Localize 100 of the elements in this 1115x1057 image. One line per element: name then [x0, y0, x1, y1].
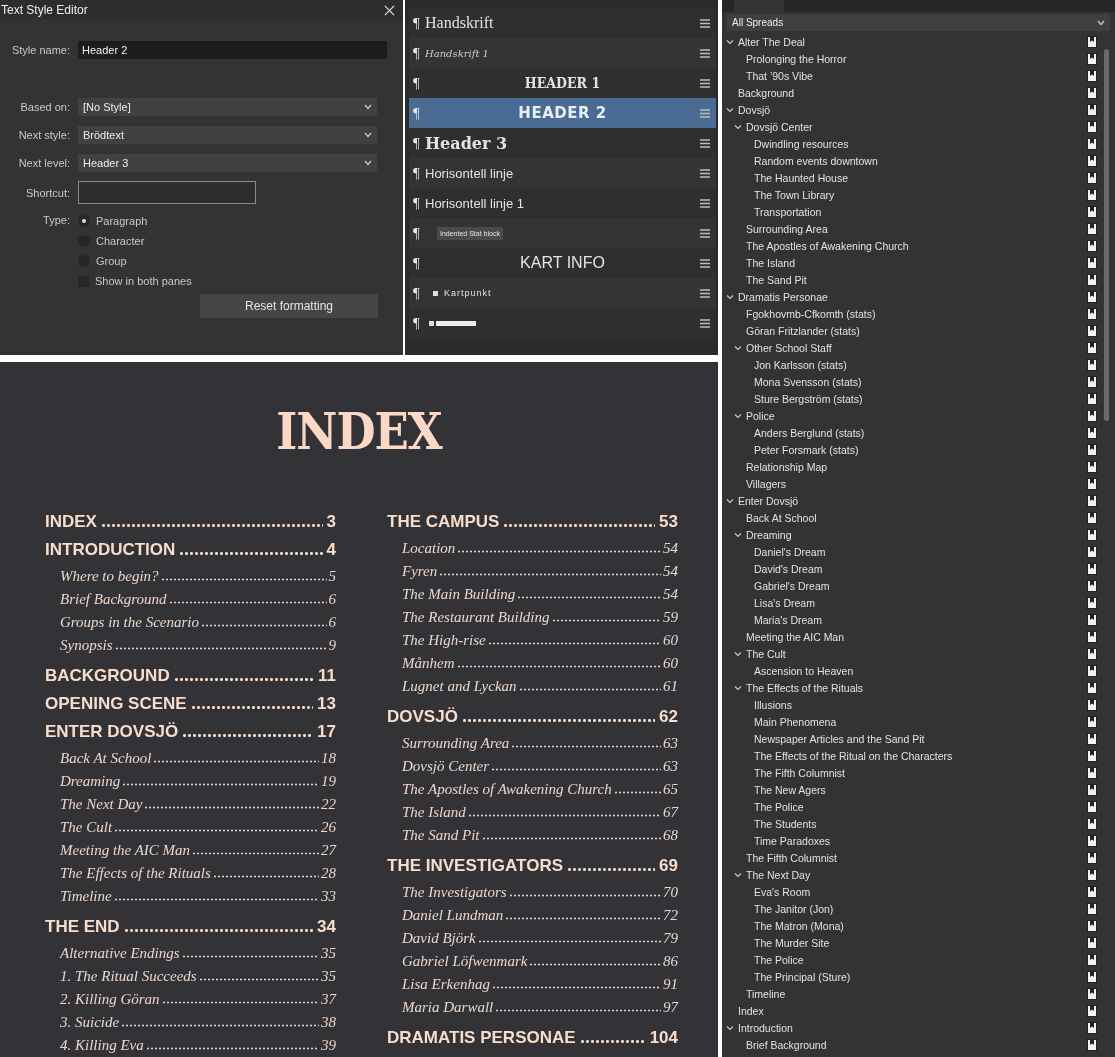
chevron-icon[interactable]: [734, 343, 742, 352]
anchor-item[interactable]: Meeting the AIC Man: [746, 630, 1087, 643]
anchor-item[interactable]: The Police: [754, 800, 1087, 813]
anchor-item[interactable]: The Apostles of Awakening Church: [746, 239, 1087, 252]
chevron-icon[interactable]: [726, 1023, 734, 1032]
bookmark-icon[interactable]: [1087, 630, 1097, 643]
spread-dropdown[interactable]: All Spreads: [727, 14, 1110, 31]
bookmark-icon[interactable]: [1087, 800, 1097, 813]
anchor-item[interactable]: The Island: [746, 256, 1087, 269]
anchor-item[interactable]: The Sand Pit: [746, 273, 1087, 286]
anchor-item[interactable]: Other School Staff: [746, 341, 1087, 354]
anchor-item[interactable]: The Principal (Sture): [754, 970, 1087, 983]
bookmark-icon[interactable]: [1087, 324, 1097, 337]
bookmark-icon[interactable]: [1087, 1038, 1097, 1051]
radio-button[interactable]: [78, 215, 90, 227]
anchor-item[interactable]: That ’90s Vibe: [746, 69, 1087, 82]
style-item[interactable]: ¶ Handskrift: [409, 8, 716, 38]
menu-icon[interactable]: [700, 198, 710, 208]
anchor-item[interactable]: The Murder Site: [754, 936, 1087, 949]
anchor-item[interactable]: Background: [738, 86, 1087, 99]
bookmark-icon[interactable]: [1087, 579, 1097, 592]
anchor-item[interactable]: Daniel's Dream: [754, 545, 1087, 558]
anchor-item[interactable]: Lisa's Dream: [754, 596, 1087, 609]
bookmark-icon[interactable]: [1087, 35, 1097, 48]
bookmark-icon[interactable]: [1087, 698, 1097, 711]
bookmark-icon[interactable]: [1087, 528, 1097, 541]
bookmark-icon[interactable]: [1087, 817, 1097, 830]
anchor-item[interactable]: Timeline: [746, 987, 1087, 1000]
style-item[interactable]: ¶ Horisontell linje 1: [409, 188, 716, 218]
bookmark-icon[interactable]: [1087, 834, 1097, 847]
bookmark-icon[interactable]: [1087, 290, 1097, 303]
bookmark-icon[interactable]: [1087, 256, 1097, 269]
bookmark-icon[interactable]: [1087, 120, 1097, 133]
anchor-item[interactable]: Eva's Room: [754, 885, 1087, 898]
reset-formatting-button[interactable]: Reset formatting: [200, 294, 378, 318]
anchor-item[interactable]: Mona Svensson (stats): [754, 375, 1087, 388]
anchor-item[interactable]: Newspaper Articles and the Sand Pit: [754, 732, 1087, 745]
anchor-item[interactable]: Fgokhovmb-Cfkomth (stats): [746, 307, 1087, 320]
menu-icon[interactable]: [700, 138, 710, 148]
anchor-item[interactable]: The Effects of the Ritual on the Characters: [754, 749, 1087, 762]
bookmark-icon[interactable]: [1087, 409, 1097, 422]
chevron-icon[interactable]: [734, 649, 742, 658]
chevron-icon[interactable]: [726, 496, 734, 505]
bookmark-icon[interactable]: [1087, 239, 1097, 252]
anchor-item[interactable]: Back At School: [746, 511, 1087, 524]
bookmark-icon[interactable]: [1087, 783, 1097, 796]
shortcut-field[interactable]: [78, 181, 256, 204]
bookmark-icon[interactable]: [1087, 171, 1097, 184]
style-item[interactable]: ¶ Horisontell linje: [409, 158, 716, 188]
bookmark-icon[interactable]: [1087, 936, 1097, 949]
chevron-icon[interactable]: [726, 105, 734, 114]
bookmark-icon[interactable]: [1087, 766, 1097, 779]
anchor-item[interactable]: Alter The Deal: [738, 35, 1087, 48]
bookmark-icon[interactable]: [1087, 970, 1097, 983]
chevron-icon[interactable]: [364, 160, 372, 166]
bookmark-icon[interactable]: [1087, 1021, 1097, 1034]
anchor-item[interactable]: The Students: [754, 817, 1087, 830]
bookmark-icon[interactable]: [1087, 987, 1097, 1000]
bookmark-icon[interactable]: [1087, 222, 1097, 235]
bookmark-icon[interactable]: [1087, 86, 1097, 99]
anchor-item[interactable]: Prolonging the Horror: [746, 52, 1087, 65]
chevron-icon[interactable]: [734, 411, 742, 420]
anchor-item[interactable]: Police: [746, 409, 1087, 422]
anchor-item[interactable]: Dreaming: [746, 528, 1087, 541]
bookmark-icon[interactable]: [1087, 154, 1097, 167]
scrollbar-thumb[interactable]: [1104, 49, 1109, 421]
chevron-icon[interactable]: [734, 122, 742, 131]
menu-icon[interactable]: [700, 78, 710, 88]
menu-icon[interactable]: [700, 18, 710, 28]
anchor-item[interactable]: Introduction: [738, 1021, 1087, 1034]
bookmark-icon[interactable]: [1087, 69, 1097, 82]
anchor-item[interactable]: Enter Dovsjö: [738, 494, 1087, 507]
chevron-icon[interactable]: [726, 37, 734, 46]
bookmark-icon[interactable]: [1087, 885, 1097, 898]
anchor-item[interactable]: Villagers: [746, 477, 1087, 490]
anchor-item[interactable]: The Town Library: [754, 188, 1087, 201]
anchor-item[interactable]: The Matron (Mona): [754, 919, 1087, 932]
bookmark-icon[interactable]: [1087, 1004, 1097, 1017]
anchor-item[interactable]: Illusions: [754, 698, 1087, 711]
bookmark-icon[interactable]: [1087, 851, 1097, 864]
anchor-item[interactable]: Dovsjö Center: [746, 120, 1087, 133]
anchor-item[interactable]: David's Dream: [754, 562, 1087, 575]
style-item[interactable]: ¶ Kartpunkt: [409, 278, 716, 308]
bookmark-icon[interactable]: [1087, 52, 1097, 65]
bookmark-icon[interactable]: [1087, 868, 1097, 881]
anchor-item[interactable]: The Fifth Columnist: [746, 851, 1087, 864]
chevron-icon[interactable]: [364, 104, 372, 110]
anchor-item[interactable]: Anders Berglund (stats): [754, 426, 1087, 439]
chevron-icon[interactable]: [734, 530, 742, 539]
bookmark-icon[interactable]: [1087, 902, 1097, 915]
anchor-item[interactable]: The Fifth Columnist: [754, 766, 1087, 779]
style-item[interactable]: ¶ Handskrift 1: [409, 38, 716, 68]
chevron-icon[interactable]: [1097, 19, 1105, 26]
bookmark-icon[interactable]: [1087, 443, 1097, 456]
anchor-item[interactable]: The Cult: [746, 647, 1087, 660]
anchor-item[interactable]: Dramatis Personae: [738, 290, 1087, 303]
anchor-item[interactable]: Maria's Dream: [754, 613, 1087, 626]
menu-icon[interactable]: [700, 168, 710, 178]
bookmark-icon[interactable]: [1087, 596, 1097, 609]
anchor-item[interactable]: The Next Day: [746, 868, 1087, 881]
